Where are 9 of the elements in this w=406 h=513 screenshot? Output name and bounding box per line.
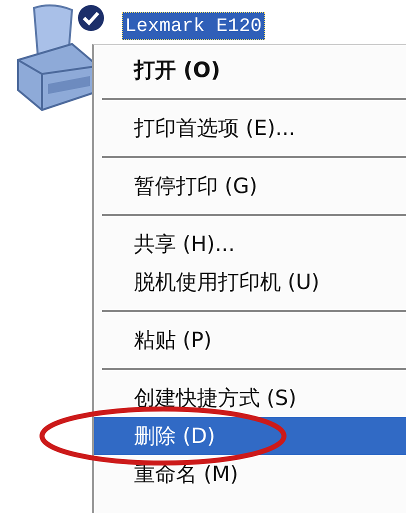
- menu-item[interactable]: 创建快捷方式 (S): [94, 379, 406, 417]
- menu-item[interactable]: 打开 (O): [94, 51, 406, 89]
- menu-item[interactable]: 共享 (H)...: [94, 225, 406, 263]
- menu-item[interactable]: 粘贴 (P): [94, 321, 406, 359]
- printer-label[interactable]: Lexmark E120: [122, 12, 265, 40]
- menu-item[interactable]: 删除 (D): [94, 417, 406, 455]
- menu-item[interactable]: 脱机使用打印机 (U): [94, 263, 406, 301]
- menu-item[interactable]: 打印首选项 (E)...: [94, 109, 406, 147]
- menu-item[interactable]: 暂停打印 (G): [94, 167, 406, 205]
